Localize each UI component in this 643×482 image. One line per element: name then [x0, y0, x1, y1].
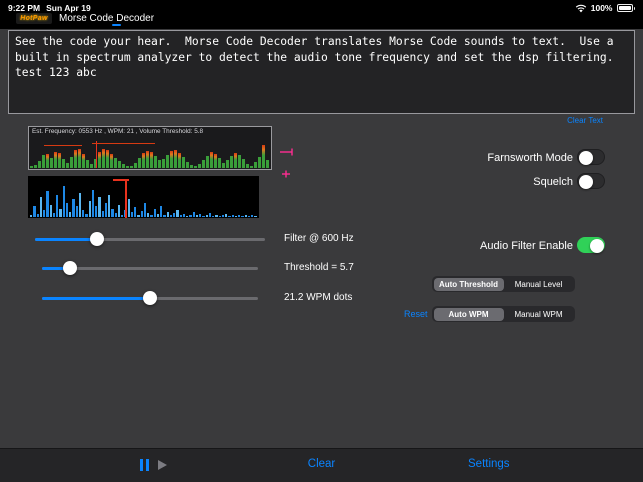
- manual-level-segment[interactable]: Manual Level: [504, 278, 574, 291]
- tone-histogram: [28, 176, 259, 218]
- slider-thumb[interactable]: [90, 232, 105, 246]
- slider-fill: [42, 296, 150, 300]
- spectrum-analyzer: Est. Frequency: 0553 Hz , WPM: 21 , Volu…: [28, 126, 272, 170]
- auto-wpm-segment[interactable]: Auto WPM: [433, 307, 504, 321]
- audio-filter-toggle[interactable]: [577, 237, 605, 253]
- wpm-slider[interactable]: [42, 291, 258, 305]
- clear-button[interactable]: Clear: [308, 458, 335, 470]
- status-right: 100%: [575, 3, 635, 13]
- threshold-mode-segmented: Auto Threshold Manual Level: [432, 276, 575, 292]
- toggle-knob: [590, 238, 604, 253]
- audio-filter-enable-label: Audio Filter Enable: [480, 240, 573, 252]
- analyzer-info-label: Est. Frequency: 0553 Hz , WPM: 21 , Volu…: [32, 128, 204, 135]
- title-bar: HotPaw Morse Code Decoder: [16, 13, 154, 24]
- toggle-knob: [579, 174, 593, 189]
- peak-hold-mark: [91, 142, 155, 145]
- wifi-icon: [575, 4, 586, 12]
- status-time: 9:22 PM: [8, 3, 41, 13]
- pause-button[interactable]: [140, 459, 149, 471]
- squelch-label: Squelch: [533, 176, 573, 188]
- peak-hold-mark: [43, 144, 83, 147]
- farnsworth-mode-label: Farnsworth Mode: [487, 152, 573, 164]
- manual-wpm-segment[interactable]: Manual WPM: [504, 308, 574, 321]
- status-bar: 9:22 PM Sun Apr 19 100%: [0, 0, 643, 14]
- title-underline-indicator: [112, 24, 121, 26]
- battery-nub: [633, 6, 635, 10]
- auto-threshold-segment[interactable]: Auto Threshold: [433, 277, 504, 291]
- filter-frequency-label: Filter @ 600 Hz: [284, 233, 354, 244]
- play-icon[interactable]: [158, 460, 167, 470]
- wpm-label: 21.2 WPM dots: [284, 292, 353, 303]
- wpm-mode-segmented: Auto WPM Manual WPM: [432, 306, 575, 322]
- settings-button[interactable]: Settings: [468, 458, 510, 470]
- histogram-cursor-line: [125, 179, 127, 218]
- toggle-knob: [579, 150, 593, 165]
- slider-thumb[interactable]: [143, 291, 157, 305]
- slider-track: [35, 237, 265, 241]
- threshold-slider[interactable]: [42, 261, 258, 275]
- morse-decoder-app: 9:22 PM Sun Apr 19 100% HotPaw Morse Code…: [0, 0, 643, 482]
- battery-percent: 100%: [590, 3, 613, 13]
- slider-fill: [35, 237, 98, 241]
- status-date: Sun Apr 19: [46, 3, 91, 13]
- app-logo-icon: HotPaw: [16, 13, 52, 24]
- bottom-toolbar: Clear Settings: [0, 448, 643, 482]
- squelch-toggle[interactable]: [577, 173, 605, 189]
- frequency-marker-icon: [280, 148, 293, 178]
- app-title: Morse Code Decoder: [59, 13, 155, 24]
- threshold-label: Threshold = 5.7: [284, 262, 354, 273]
- decoded-text-area[interactable]: See the code your hear. Morse Code Decod…: [8, 30, 635, 114]
- histogram-bars: [30, 179, 257, 217]
- battery-icon: [616, 4, 633, 12]
- farnsworth-toggle[interactable]: [577, 149, 605, 165]
- histogram-cursor-tick: [113, 179, 130, 181]
- status-left: 9:22 PM Sun Apr 19: [8, 3, 97, 13]
- slider-thumb[interactable]: [63, 261, 78, 275]
- header: 9:22 PM Sun Apr 19 100% HotPaw Morse Code…: [0, 0, 643, 29]
- frequency-cursor-line: [95, 141, 98, 168]
- reset-link[interactable]: Reset: [404, 309, 428, 319]
- filter-frequency-slider[interactable]: [35, 232, 265, 246]
- clear-text-link[interactable]: Clear Text: [567, 116, 603, 125]
